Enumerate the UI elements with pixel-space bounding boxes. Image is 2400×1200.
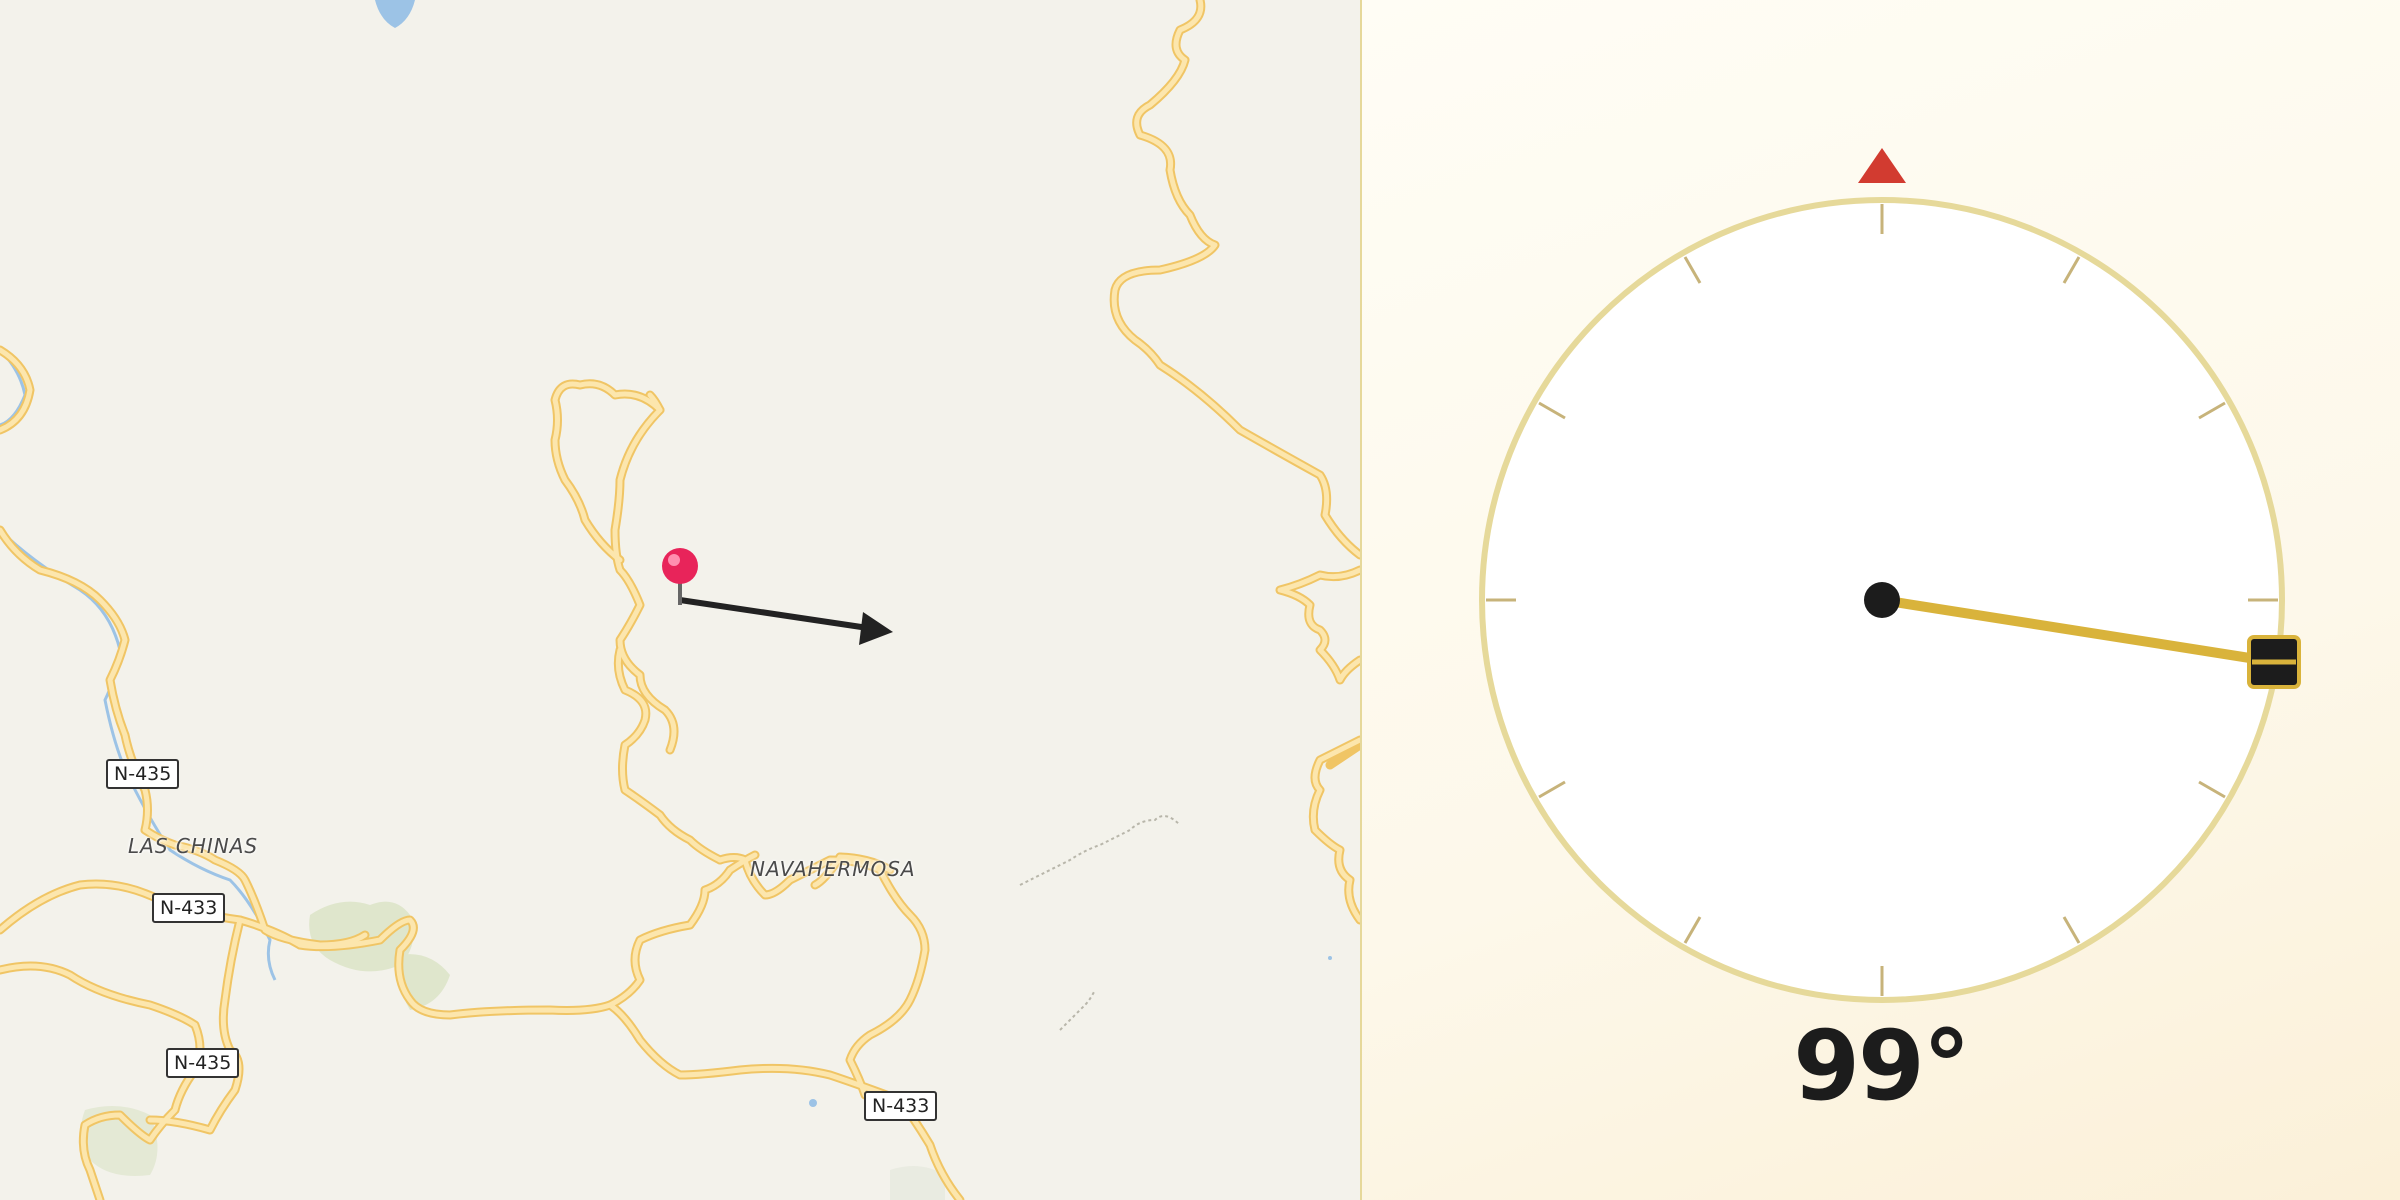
map-panel[interactable]: N-435 N-433 N-435 N-433 LAS CHINAS NAVAH…	[0, 0, 1360, 1200]
water-features	[0, 0, 1332, 1107]
needle-handle-icon[interactable]	[2247, 635, 2301, 689]
place-label-navahermosa: NAVAHERMOSA	[750, 857, 916, 881]
pond	[809, 1099, 817, 1107]
lake	[375, 0, 415, 28]
road-shield-n433: N-433	[152, 893, 226, 923]
road-shield-n433: N-433	[864, 1091, 938, 1121]
map-canvas[interactable]	[0, 0, 1360, 1200]
pond	[1328, 956, 1332, 960]
road-shield-n435: N-435	[106, 759, 180, 789]
river	[0, 528, 277, 981]
compass-panel: 99°	[1362, 0, 2400, 1200]
tracks	[1019, 815, 1181, 1031]
road-shield-n435: N-435	[166, 1048, 240, 1078]
direction-arrow-icon	[679, 597, 893, 645]
north-marker-icon	[1858, 148, 1906, 183]
compass-hub	[1864, 582, 1900, 618]
heading-readout: 99°	[1793, 1010, 1971, 1122]
place-label-las-chinas: LAS CHINAS	[128, 834, 259, 858]
map-pin-icon[interactable]	[662, 548, 698, 605]
